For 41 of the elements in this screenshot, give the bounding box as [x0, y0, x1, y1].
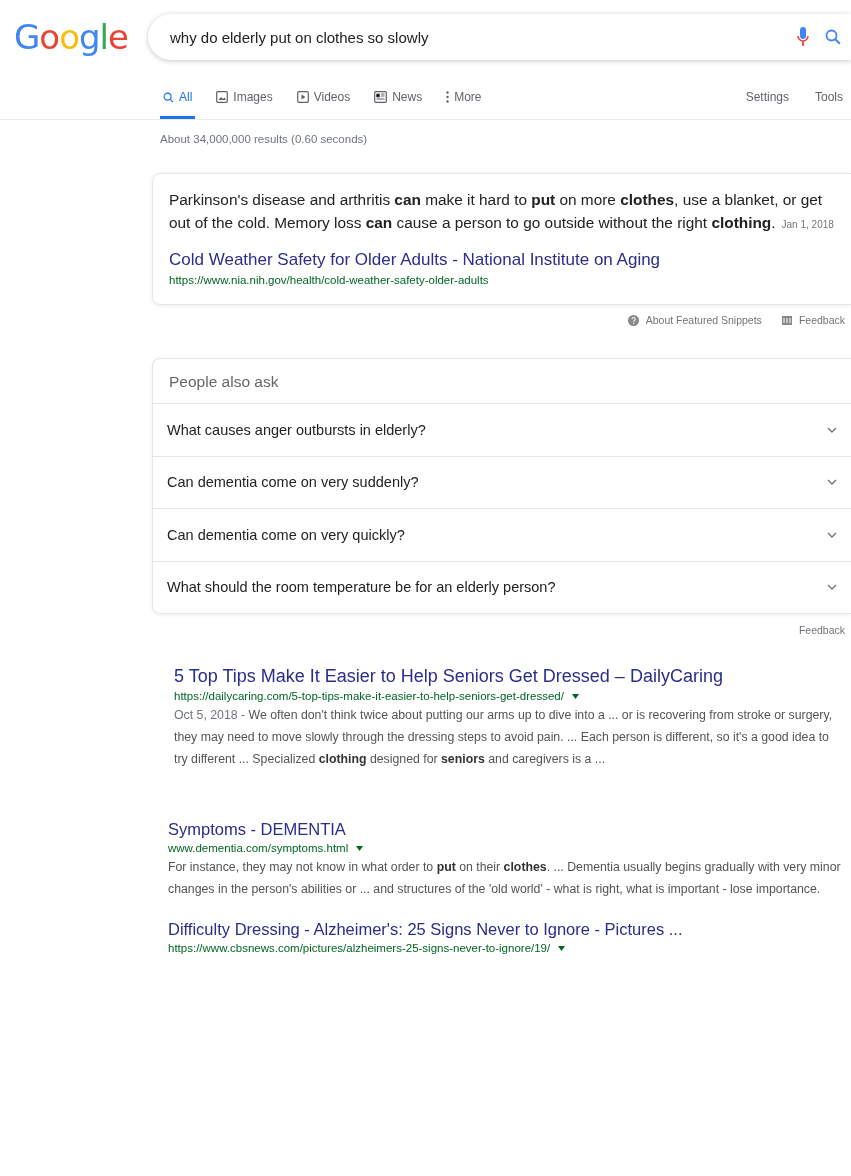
featured-snippet-text: Parkinson's disease and arthritis can make it hard to put on more clothes, use a blanket, or get out of the cold. Memory loss can cause a person to go outside without the right clothing. Jan 1, 2018 — [169, 190, 835, 233]
more-vertical-icon — [446, 91, 450, 103]
search-tab[interactable]: More — [443, 90, 485, 119]
video-icon — [296, 91, 309, 103]
result-snippet: For instance, they may not know in what order to put on their clothes. ... Dementia usually begins gradually with very minor changes in the person's abilities or ... and structures of the 'old world' - what is right, what is important - lose importance. — [168, 859, 842, 898]
question-row[interactable]: What should the room temperature be for an elderly person? — [153, 560, 851, 613]
logo[interactable]: Google — [14, 17, 126, 57]
search-icon — [163, 91, 174, 103]
result-url: www.dementia.com/symptoms.html — [168, 842, 349, 854]
result-title-link[interactable]: Symptoms - DEMENTIA — [168, 820, 346, 839]
result-title-link[interactable]: Difficulty Dressing - Alzheimer's: 25 Signs Never to Ignore - Pictures ... — [168, 920, 683, 939]
microphone-icon[interactable] — [797, 27, 809, 47]
dropdown-arrow-icon[interactable] — [558, 945, 566, 951]
search-field[interactable]: why do elderly put on clothes so slowly — [148, 14, 851, 60]
feedback-link[interactable]: Feedback — [781, 314, 845, 326]
search-tab[interactable]: All — [160, 90, 196, 119]
result-url: https://www.cbsnews.com/pictures/alzheimers-25-signs-never-to-ignore/19/ — [168, 942, 551, 954]
result-url: https://dailycaring.com/5-top-tips-make-it-easier-to-help-seniors-get-dressed/ — [174, 690, 564, 702]
tool-link[interactable]: Settings — [745, 90, 789, 119]
dropdown-arrow-icon[interactable] — [356, 845, 364, 851]
panel-heading: People also ask — [168, 372, 280, 392]
help-icon — [627, 314, 639, 326]
feedback-link[interactable]: Feedback — [798, 624, 845, 636]
result-title-link[interactable]: Cold Weather Safety for Older Adults - National Institute on Aging — [169, 250, 661, 270]
result-url: https://www.nia.nih.gov/health/cold-weather-safety-older-adults — [169, 274, 489, 286]
search-tab[interactable]: Videos — [293, 90, 354, 119]
question-row[interactable]: What causes anger outbursts in elderly? — [153, 403, 851, 456]
result-title-link[interactable]: 5 Top Tips Make It Easier to Help Seniors Get Dressed – DailyCaring — [174, 666, 723, 687]
search-tab[interactable]: Images — [213, 90, 276, 119]
image-icon — [216, 91, 229, 103]
tool-link[interactable]: Tools — [815, 90, 843, 119]
search-tab[interactable]: News — [371, 90, 426, 119]
about-snippets-link[interactable]: About Featured Snippets — [627, 314, 762, 326]
question-row[interactable]: Can dementia come on very quickly? — [153, 508, 851, 561]
result-stats: About 34,000,000 results (0.60 seconds) — [160, 132, 369, 145]
feedback-icon — [781, 315, 792, 325]
news-icon — [374, 91, 388, 103]
question-row[interactable]: Can dementia come on very suddenly? — [153, 455, 851, 508]
result-snippet: Oct 5, 2018 - We often don't think twice about putting our arms up to dive into a ... or is recovering from stroke or surgery, they may need to move slowly through the dressing steps to avoid pain. ... Each person is different, so it's a good idea to try different ... Specialized clothing designed for seniors and caregivers is a ... — [174, 707, 834, 768]
dropdown-arrow-icon[interactable] — [571, 693, 579, 699]
search-icon[interactable] — [825, 29, 841, 45]
